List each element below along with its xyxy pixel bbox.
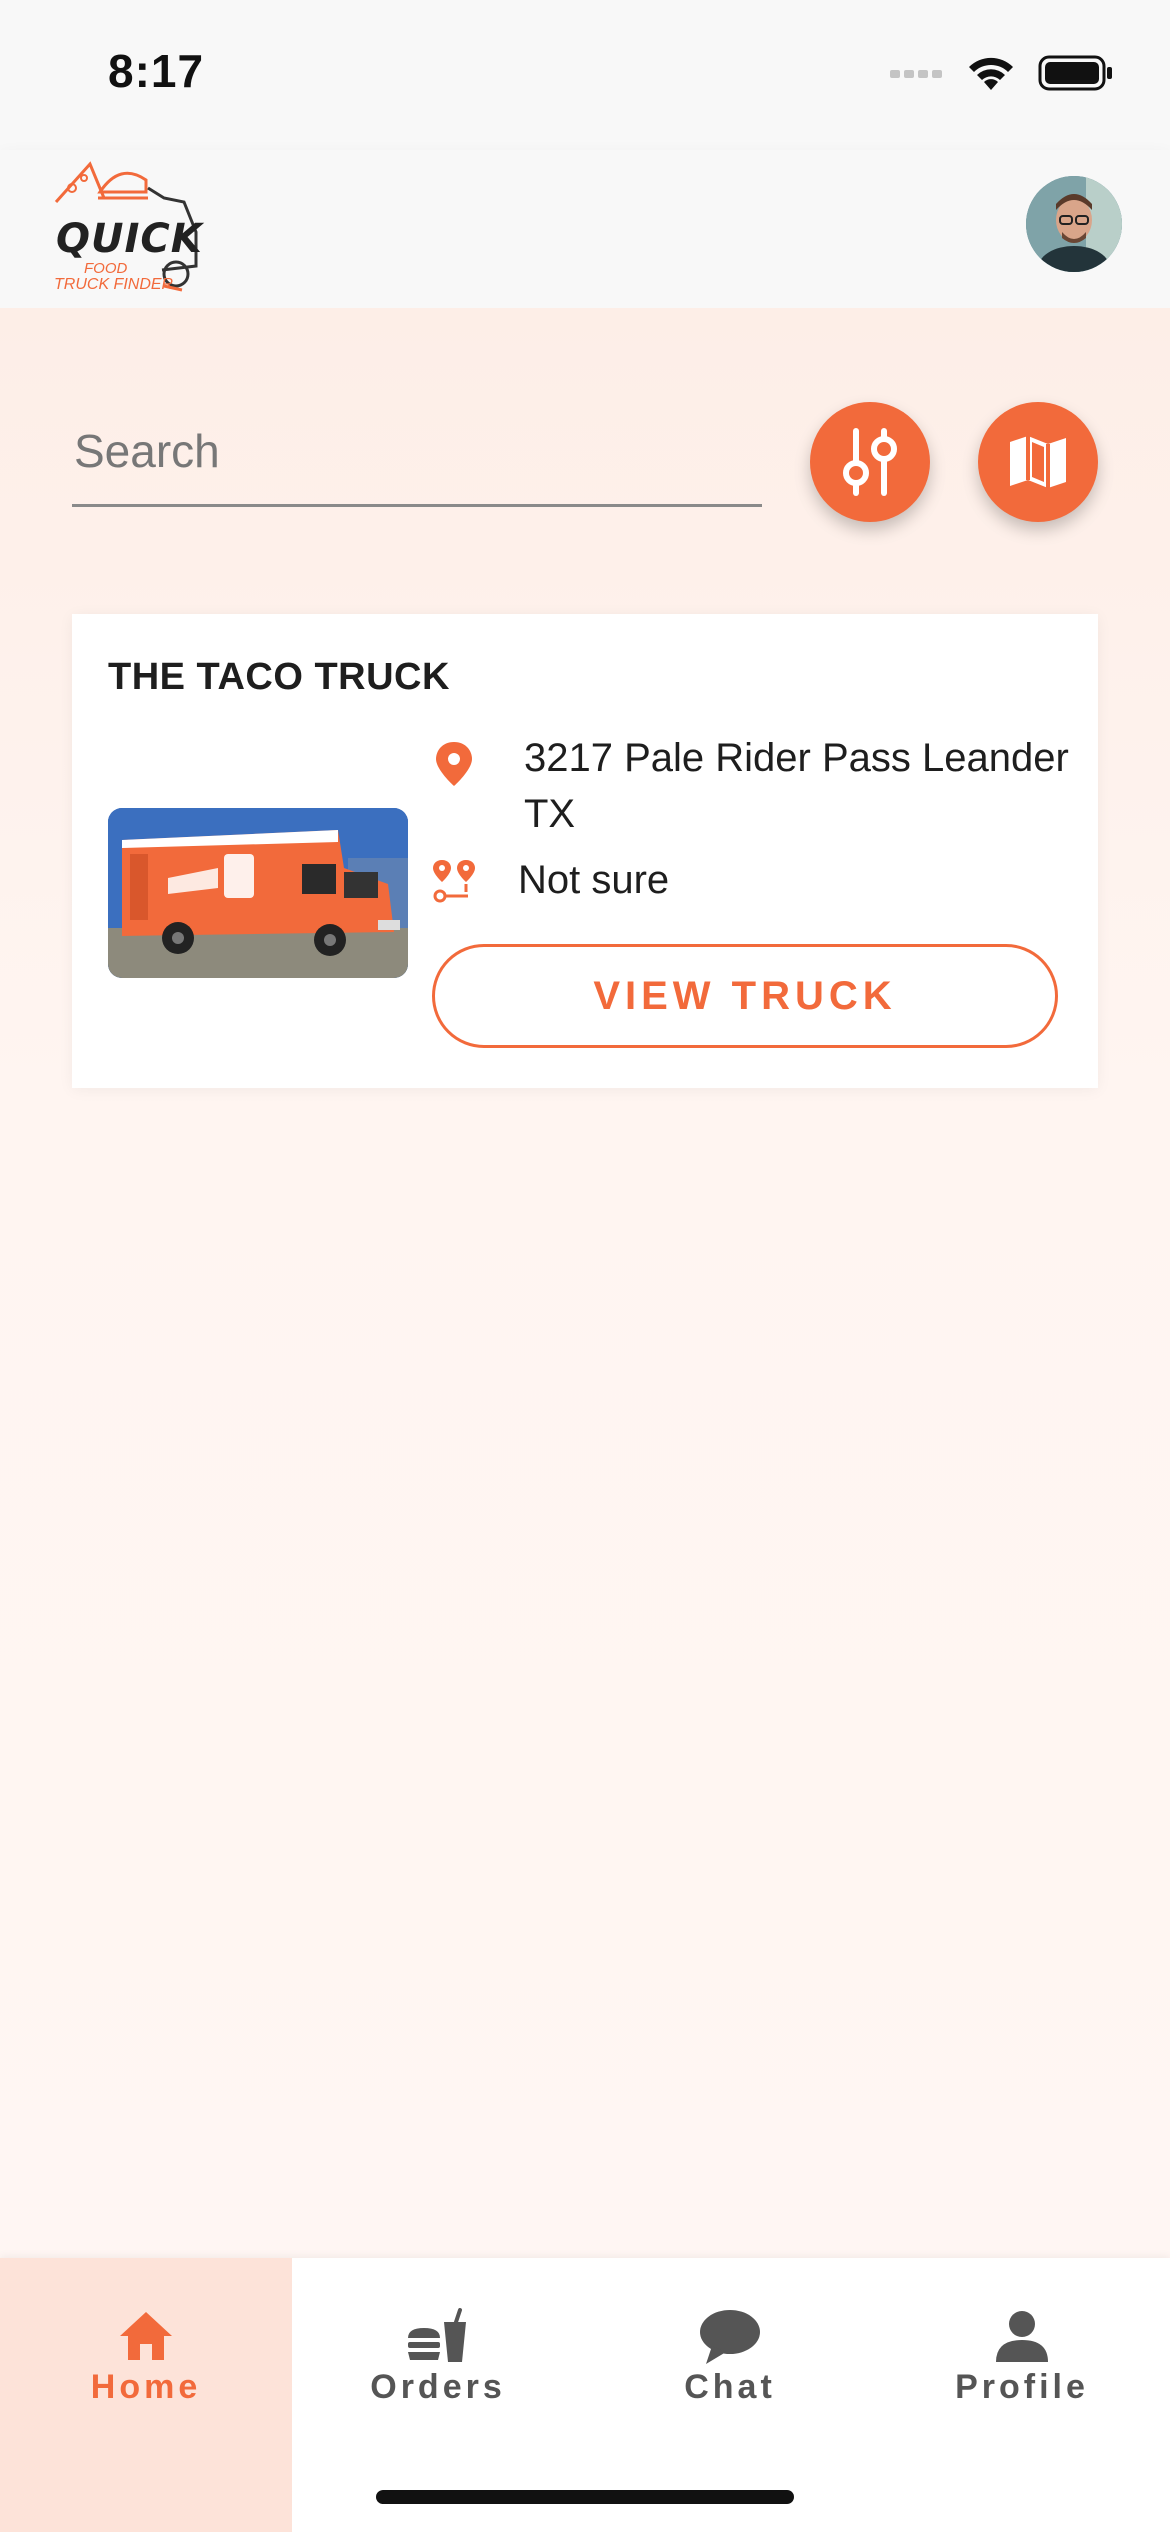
view-truck-button[interactable]: VIEW TRUCK (432, 944, 1058, 1048)
status-icons (890, 54, 1114, 92)
nav-orders-icon-wrap (292, 2308, 584, 2372)
nav-home-label: Home (90, 2368, 202, 2406)
truck-photo (108, 808, 408, 978)
truck-image (108, 808, 408, 978)
nav-profile-icon-wrap (876, 2308, 1168, 2372)
truck-name: THE TACO TRUCK (108, 656, 450, 698)
orders-icon (408, 2308, 466, 2362)
app-logo[interactable]: QUICK FOOD TRUCK FINDER (50, 158, 210, 298)
user-avatar[interactable] (1026, 176, 1122, 272)
map-icon (1010, 436, 1066, 488)
logo-line3: TRUCK FINDER (54, 276, 174, 293)
nav-profile-label: Profile (955, 2368, 1089, 2406)
logo-line2: FOOD (84, 260, 128, 277)
home-indicator (376, 2490, 794, 2504)
profile-icon (996, 2311, 1048, 2362)
nav-home[interactable]: Home (0, 2258, 292, 2532)
content-area (0, 308, 1170, 2258)
nav-orders-label: Orders (370, 2368, 506, 2406)
status-time: 8:17 (108, 45, 205, 97)
wifi-icon (969, 57, 1013, 90)
location-pin-icon (436, 742, 472, 786)
filter-sliders-icon (843, 428, 897, 496)
nav-profile[interactable]: Profile (876, 2258, 1168, 2532)
battery-icon (1038, 55, 1112, 91)
chat-icon (700, 2310, 760, 2364)
home-icon (120, 2312, 172, 2360)
nav-home-icon-wrap (0, 2308, 292, 2372)
truck-address: 3217 Pale Rider Pass Leander TX (524, 736, 1069, 836)
cellular-signal-icon (890, 70, 942, 78)
route-icon (433, 860, 475, 903)
filter-button[interactable] (810, 402, 930, 522)
app-header: QUICK FOOD TRUCK FINDER (0, 150, 1170, 308)
logo-brand: QUICK (56, 216, 203, 262)
search-field[interactable] (72, 400, 762, 507)
truck-distance: Not sure (518, 858, 670, 902)
status-bar: 8:17 (0, 0, 1170, 150)
search-input[interactable] (72, 420, 756, 482)
avatar-image (1026, 176, 1122, 272)
nav-chat-icon-wrap (584, 2308, 876, 2372)
truck-card[interactable]: THE TACO TRUCK 3217 Pale Rider Pass Lean… (72, 614, 1098, 1088)
nav-chat-label: Chat (684, 2368, 776, 2406)
map-view-button[interactable] (978, 402, 1098, 522)
